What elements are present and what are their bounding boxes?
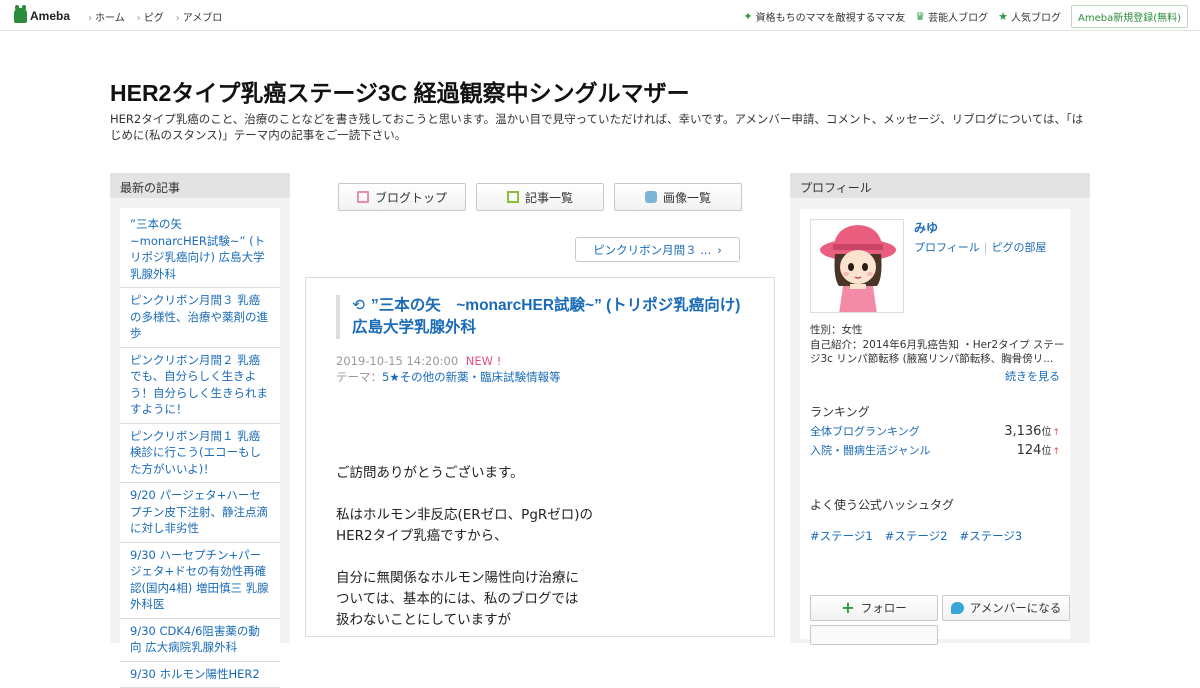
tab-image-list[interactable]: 画像一覧 <box>614 183 742 211</box>
popular-blog-link[interactable]: ★ 人気ブログ <box>998 9 1061 24</box>
blog-top-icon <box>357 191 369 203</box>
amember-button[interactable]: アメンバーになる <box>942 595 1070 621</box>
recent-article-link[interactable]: 9/30 ハーセプチン+パージェタ+ドセの有効性再確認(国内4相) 増田慎三 乳… <box>120 543 280 619</box>
ameba-logo-icon <box>14 8 27 23</box>
avatar[interactable] <box>810 219 904 313</box>
chevron-right-icon: › <box>717 243 722 257</box>
celebrity-blog-label: 芸能人ブログ <box>928 9 988 24</box>
hashtag-link[interactable]: #ステージ1 <box>810 528 873 544</box>
article-title-block: ⟲”三本の矢 ~monarcHER試験~” (トリポジ乳癌向け) 広島大学乳腺外… <box>336 295 746 339</box>
ranking-heading: ランキング <box>810 403 870 420</box>
logo-text: Ameba <box>30 9 70 23</box>
nav-home-link[interactable]: ホーム <box>88 9 125 24</box>
top-nav: ホーム ピグ アメブロ <box>88 9 222 24</box>
hashtag-heading: よく使う公式ハッシュタグ <box>810 496 954 513</box>
follow-label: フォロー <box>861 600 907 616</box>
article-paragraph: 自分に無関係なホルモン陽性向け治療に ついては、基本的には、私のブログでは 扱わ… <box>336 568 746 631</box>
ranking-genre-value: 124 <box>1017 443 1042 458</box>
profile-links: プロフィール | ピグの部屋 <box>914 239 1047 255</box>
ranking-row-genre: 入院・闘病生活ジャンル 124位↑ <box>810 442 1060 458</box>
next-article-button[interactable]: ピンクリボン月間３ ... › <box>575 237 740 262</box>
arrow-up-icon: ↑ <box>1052 447 1060 457</box>
ranking-overall-value: 3,136 <box>1004 424 1041 439</box>
amember-label: アメンバーになる <box>970 600 1061 616</box>
profile-name[interactable]: みゆ <box>914 219 938 236</box>
profile-bio: 自己紹介：2014年6月乳癌告知 ・Her2タイプ ステージ3c リンパ節転移 … <box>810 338 1070 367</box>
recent-articles-heading: 最新の記事 <box>110 173 290 198</box>
plus-icon: + <box>841 600 854 616</box>
article-title[interactable]: ”三本の矢 ~monarcHER試験~” (トリポジ乳癌向け) 広島大学乳腺外科 <box>352 297 740 336</box>
new-badge: NEW ! <box>466 354 502 368</box>
blog-title[interactable]: HER2タイプ乳癌ステージ3C 経過観察中シングルマザー <box>110 74 690 108</box>
divider: | <box>984 241 988 254</box>
article-body: ご訪問ありがとうございます。 私はホルモン非反応(ERゼロ、PgRゼロ)の HE… <box>336 463 746 652</box>
recent-article-link[interactable]: ”三本の矢 ~monarcHER試験~” (トリポジ乳癌向け) 広島大学乳腺外科 <box>120 212 280 288</box>
recent-article-link[interactable]: ピンクリボン月間２ 乳癌でも、自分らしく生きよう！自分らしく生きられますように！ <box>120 348 280 424</box>
article-meta: 2019-10-15 14:20:00 NEW ! テーマ：5★その他の新薬・臨… <box>336 353 561 385</box>
recent-articles-list: ”三本の矢 ~monarcHER試験~” (トリポジ乳癌向け) 広島大学乳腺外科… <box>120 208 280 688</box>
recent-article-link[interactable]: 9/20 パージェタ+ハーセプチン皮下注射、静注点滴に対し非劣性 <box>120 483 280 543</box>
ranking-unit: 位 <box>1041 427 1051 438</box>
nav-ameblo-link[interactable]: アメブロ <box>176 9 223 24</box>
article-list-icon <box>507 191 519 203</box>
profile-gender: 性別：女性 <box>810 323 1070 338</box>
right-sidebar: プロフィール みゆ プロフィール|ピグの部屋 性別 <box>790 173 1090 643</box>
hashtag-link[interactable]: #ステージ3 <box>959 528 1022 544</box>
recent-article-link[interactable]: 9/30 CDK4/6阻害薬の動向 広大病院乳腺外科 <box>120 619 280 662</box>
left-sidebar: 最新の記事 ”三本の矢 ~monarcHER試験~” (トリポジ乳癌向け) 広島… <box>110 173 290 643</box>
recent-article-link[interactable]: 9/30 ホルモン陽性HER2 <box>120 662 280 688</box>
recent-article-link[interactable]: ピンクリボン月間３ 乳癌の多様性、治療や薬剤の進歩 <box>120 288 280 348</box>
signup-button[interactable]: Ameba新規登録(無料) <box>1071 5 1188 28</box>
celebrity-blog-link[interactable]: ♛ 芸能人ブログ <box>915 9 988 24</box>
ranking-overall-link[interactable]: 全体ブログランキング <box>810 423 920 439</box>
tab-blog-top-label: ブログトップ <box>375 189 447 206</box>
profile-box: みゆ プロフィール | ピグの部屋 性別：女性 自己紹介：2014年6月乳癌告知 ・… <box>800 209 1070 639</box>
tab-article-list[interactable]: 記事一覧 <box>476 183 604 211</box>
arrow-up-icon: ↑ <box>1052 428 1060 438</box>
tab-article-list-label: 記事一覧 <box>525 189 573 206</box>
hashtag-link[interactable]: #ステージ2 <box>885 528 948 544</box>
popular-blog-label: 人気ブログ <box>1011 9 1061 24</box>
read-more-link[interactable]: 続きを見る <box>1005 368 1060 384</box>
ranking-unit: 位 <box>1041 446 1051 457</box>
pigg-room-link[interactable]: ピグの部屋 <box>992 241 1047 254</box>
avatar-illustration <box>811 220 904 313</box>
profile-link[interactable]: プロフィール <box>914 241 980 254</box>
extra-action-button[interactable] <box>810 625 938 645</box>
hashtag-list: #ステージ1 #ステージ2 #ステージ3 <box>810 528 1022 544</box>
blog-description: HER2タイプ乳癌のこと、治療のことなどを書き残しておこうと思います。温かい目で… <box>110 111 1090 143</box>
profile-action-buttons: + フォロー アメンバーになる <box>810 595 1070 621</box>
profile-heading: プロフィール <box>790 173 1090 198</box>
ranking-row-overall: 全体ブログランキング 3,136位↑ <box>810 423 1060 439</box>
article-date: 2019-10-15 14:20:00 <box>336 354 458 368</box>
article-paragraph: ご訪問ありがとうございます。 <box>336 463 746 484</box>
ameba-logo[interactable]: Ameba <box>14 8 70 23</box>
profile-info: 性別：女性 自己紹介：2014年6月乳癌告知 ・Her2タイプ ステージ3c リ… <box>810 323 1070 367</box>
article-theme-link[interactable]: 5★その他の新薬・臨床試験情報等 <box>382 370 561 384</box>
sparkle-icon: ✦ <box>743 10 752 23</box>
next-article-label: ピンクリボン月間３ ... <box>593 242 711 258</box>
follow-button[interactable]: + フォロー <box>810 595 938 621</box>
star-icon: ★ <box>998 10 1008 23</box>
recent-article-link[interactable]: ピンクリボン月間１ 乳癌検診に行こう(エコーもした方がいいよ)！ <box>120 424 280 484</box>
camera-icon <box>645 191 657 203</box>
article-paragraph: 私はホルモン非反応(ERゼロ、PgRゼロ)の HER2タイプ乳癌ですから、 <box>336 505 746 547</box>
ranking-genre-link[interactable]: 入院・闘病生活ジャンル <box>810 442 930 458</box>
tab-image-list-label: 画像一覧 <box>663 189 711 206</box>
article: ⟲”三本の矢 ~monarcHER試験~” (トリポジ乳癌向け) 広島大学乳腺外… <box>305 277 775 637</box>
trending-link-label: 資格もちのママを敵視するママ友 <box>756 9 906 24</box>
blog-tabs: ブログトップ 記事一覧 画像一覧 <box>338 183 742 211</box>
top-bar: Ameba ホーム ピグ アメブロ ✦ 資格もちのママを敵視するママ友 ♛ 芸能… <box>0 0 1200 31</box>
top-right-links: ✦ 資格もちのママを敵視するママ友 ♛ 芸能人ブログ ★ 人気ブログ Ameba… <box>743 5 1188 28</box>
nav-pigg-link[interactable]: ピグ <box>137 9 164 24</box>
tab-blog-top[interactable]: ブログトップ <box>338 183 466 211</box>
reblog-icon: ⟲ <box>352 297 365 314</box>
theme-label: テーマ： <box>336 370 382 384</box>
trending-link[interactable]: ✦ 資格もちのママを敵視するママ友 <box>743 9 905 24</box>
crown-icon: ♛ <box>915 10 925 23</box>
chat-bubble-icon <box>951 602 964 614</box>
